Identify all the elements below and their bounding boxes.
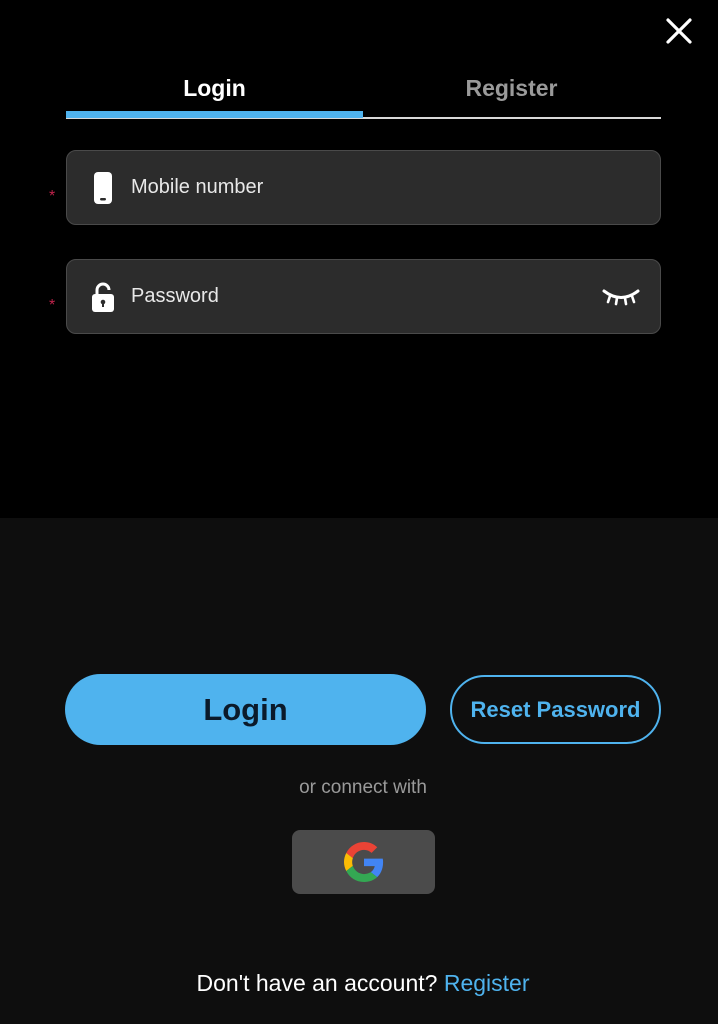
register-link[interactable]: Register (444, 970, 530, 996)
login-screen: Login Register * * Login Reset Password (0, 0, 718, 1024)
google-login-button[interactable] (292, 830, 435, 894)
login-button[interactable]: Login (65, 674, 426, 745)
signup-prompt-text: Don't have an account? (196, 970, 438, 996)
auth-tabs: Login Register (66, 60, 661, 120)
eye-closed-icon[interactable] (601, 284, 641, 310)
active-tab-indicator (66, 111, 363, 118)
tab-login[interactable]: Login (66, 60, 363, 116)
required-marker: * (49, 297, 56, 314)
bottom-panel (0, 518, 718, 1024)
close-button[interactable] (662, 14, 696, 48)
google-icon (343, 842, 383, 882)
mobile-phone-icon (94, 172, 112, 204)
reset-password-button[interactable]: Reset Password (450, 675, 661, 744)
password-input[interactable] (131, 260, 591, 332)
signup-prompt: Don't have an account? Register (0, 970, 718, 997)
close-icon (666, 18, 692, 44)
mobile-number-input[interactable] (131, 151, 591, 223)
lock-icon (92, 282, 114, 312)
mobile-field (66, 150, 661, 225)
required-marker: * (49, 188, 56, 205)
password-field (66, 259, 661, 334)
or-connect-with-text: or connect with (299, 777, 427, 798)
tab-register[interactable]: Register (363, 60, 660, 116)
